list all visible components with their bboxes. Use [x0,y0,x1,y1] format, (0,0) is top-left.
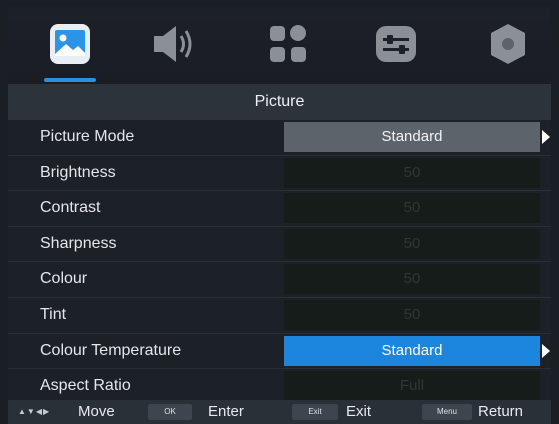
enter-hint: Enter [208,403,244,420]
menu-row-tint[interactable]: Tint 50 [8,297,551,334]
picture-mode-value[interactable]: Standard [284,122,540,152]
picture-settings-menu: Picture Mode Standard Brightness 50 Cont… [8,120,551,405]
exit-hint: Exit [346,403,372,420]
row-label: Contrast [40,199,101,217]
menu-key[interactable]: Menu [422,404,472,420]
tv-osd-screen: Picture Picture Mode Standard Brightness… [0,0,559,424]
tab-settings[interactable] [372,20,420,68]
contrast-value: 50 [284,193,540,224]
menu-row-brightness[interactable]: Brightness 50 [8,155,551,192]
sharpness-value: 50 [284,228,540,259]
picture-icon [50,24,90,64]
row-label: Aspect Ratio [40,377,131,395]
right-arrow-icon[interactable] [542,130,550,144]
tab-apps[interactable] [264,20,312,68]
active-tab-indicator [44,78,96,82]
menu-row-colour-temperature[interactable]: Colour Temperature Standard [8,333,551,370]
row-label: Brightness [40,163,116,181]
menu-row-picture-mode[interactable]: Picture Mode Standard [8,120,551,156]
apps-icon [270,25,306,62]
tab-picture[interactable] [46,20,94,68]
disc-icon [491,24,525,64]
key-hint-bar: ▲▼◀▶ Move OK Enter Exit Exit Menu Return [8,400,551,424]
tint-value: 50 [284,299,540,330]
row-label: Colour [40,270,88,288]
menu-row-sharpness[interactable]: Sharpness 50 [8,226,551,263]
move-hint: Move [78,403,115,420]
colour-value: 50 [284,264,540,295]
tab-disc[interactable] [484,20,532,68]
tab-sound[interactable] [150,20,198,68]
ok-key[interactable]: OK [148,404,192,420]
exit-key[interactable]: Exit [292,404,338,420]
menu-row-contrast[interactable]: Contrast 50 [8,191,551,227]
return-hint: Return [478,403,524,420]
section-title: Picture [8,84,551,120]
row-label: Tint [40,305,67,323]
speaker-icon [154,26,192,62]
aspect-ratio-value: Full [284,371,540,402]
arrow-keys-icon: ▲▼◀▶ [18,407,51,416]
row-label: Colour Temperature [40,341,182,359]
row-label: Sharpness [40,234,117,252]
menu-row-colour[interactable]: Colour 50 [8,262,551,298]
category-tab-bar [8,6,551,82]
right-arrow-icon[interactable] [542,343,550,358]
colour-temperature-value[interactable]: Standard [284,335,540,366]
sliders-icon [376,26,416,62]
row-label: Picture Mode [40,128,135,145]
brightness-value: 50 [284,157,540,188]
